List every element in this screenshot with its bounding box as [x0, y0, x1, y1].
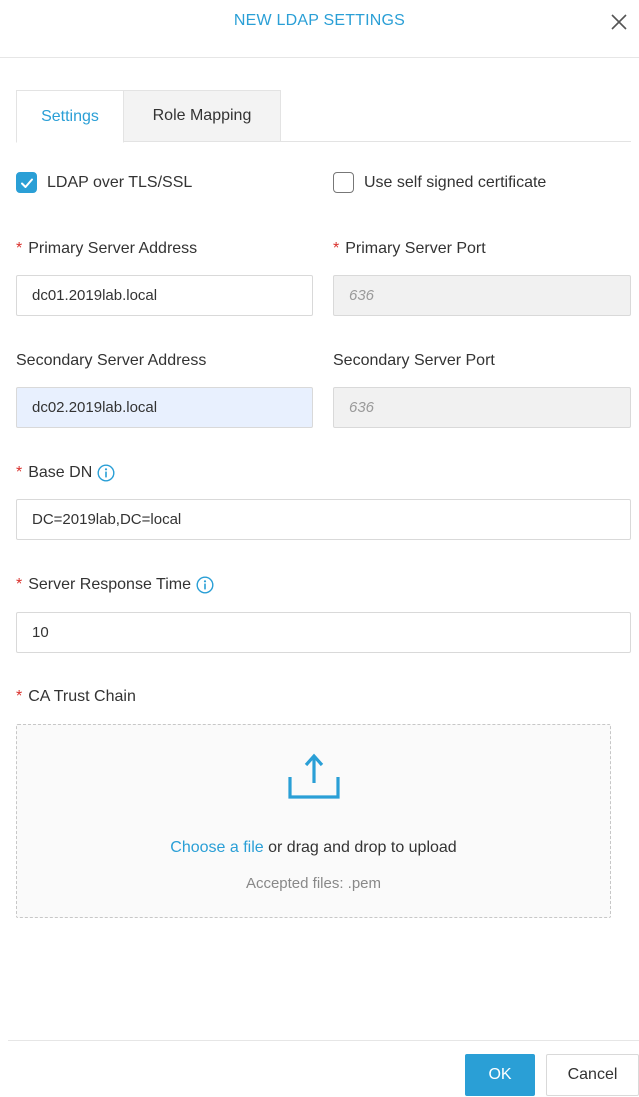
self-signed-checkbox[interactable]	[333, 172, 354, 193]
base-dn-label-text: Base DN	[28, 464, 93, 481]
required-marker: *	[16, 464, 23, 481]
close-icon	[611, 14, 627, 30]
ca-trust-chain-label: * CA Trust Chain	[16, 688, 136, 706]
upload-icon	[288, 753, 340, 799]
choose-file-link[interactable]: Choose a file	[170, 839, 263, 856]
ldap-tls-label: LDAP over TLS/SSL	[47, 173, 193, 191]
primary-address-label-text: Primary Server Address	[28, 240, 198, 257]
required-marker: *	[16, 576, 23, 593]
primary-address-label: * Primary Server Address	[16, 240, 197, 258]
footer-divider	[8, 1040, 639, 1041]
accepted-files-hint: Accepted files: .pem	[245, 875, 382, 892]
primary-port-input: 636	[333, 275, 631, 316]
base-dn-input[interactable]: DC=2019lab,DC=local	[16, 499, 631, 540]
primary-port-label-text: Primary Server Port	[345, 240, 486, 257]
checkmark-icon	[20, 178, 33, 188]
required-marker: *	[16, 240, 23, 257]
info-icon[interactable]	[196, 576, 214, 594]
dropzone-text-suffix: or drag and drop to upload	[263, 839, 457, 856]
secondary-address-label: Secondary Server Address	[16, 352, 206, 370]
required-marker: *	[16, 688, 23, 705]
self-signed-label: Use self signed certificate	[364, 173, 547, 191]
dropzone-instructions: Choose a file or drag and drop to upload	[17, 839, 610, 857]
ldap-tls-option[interactable]: LDAP over TLS/SSL	[16, 172, 192, 193]
base-dn-label: * Base DN	[16, 464, 115, 482]
secondary-port-input: 636	[333, 387, 631, 428]
close-button[interactable]	[605, 8, 633, 36]
ca-trust-chain-label-text: CA Trust Chain	[28, 688, 136, 705]
secondary-port-label-text: Secondary Server Port	[333, 352, 495, 369]
required-marker: *	[333, 240, 340, 257]
response-time-label-text: Server Response Time	[28, 576, 191, 593]
tab-bar: Settings Role Mapping	[16, 90, 631, 143]
ldap-tls-checkbox[interactable]	[16, 172, 37, 193]
ok-button[interactable]: OK	[465, 1054, 535, 1096]
secondary-address-input[interactable]: dc02.2019lab.local	[16, 387, 313, 428]
self-signed-option[interactable]: Use self signed certificate	[333, 172, 546, 193]
info-icon[interactable]	[97, 464, 115, 482]
primary-address-input[interactable]: dc01.2019lab.local	[16, 275, 313, 316]
primary-port-label: * Primary Server Port	[333, 240, 486, 258]
cancel-button[interactable]: Cancel	[546, 1054, 639, 1096]
dialog-header: NEW LDAP SETTINGS	[0, 0, 639, 58]
response-time-input[interactable]: 10	[16, 612, 631, 653]
tab-role-mapping[interactable]: Role Mapping	[124, 90, 281, 142]
dialog-title: NEW LDAP SETTINGS	[233, 12, 406, 29]
secondary-port-label: Secondary Server Port	[333, 352, 495, 370]
response-time-label: * Server Response Time	[16, 576, 214, 594]
file-dropzone[interactable]: Choose a file or drag and drop to upload…	[16, 724, 611, 918]
secondary-address-label-text: Secondary Server Address	[16, 352, 207, 369]
tab-settings[interactable]: Settings	[16, 90, 124, 143]
